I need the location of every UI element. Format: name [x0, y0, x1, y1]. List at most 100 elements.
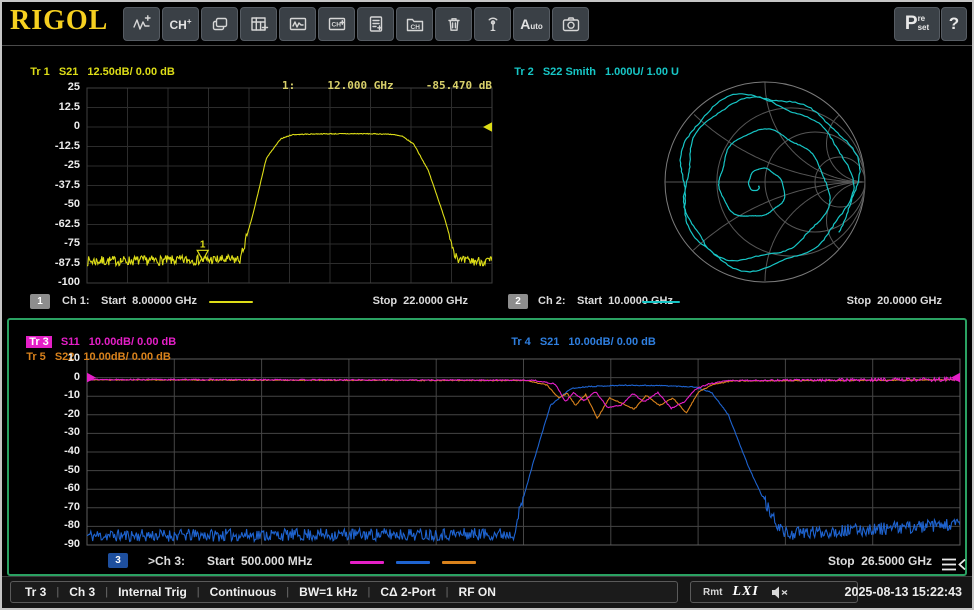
toolbar-button-delete[interactable]	[435, 7, 472, 41]
tr4-swatch	[396, 561, 430, 564]
toolbar-button-trace-window[interactable]	[279, 7, 316, 41]
table-add-icon	[249, 14, 269, 34]
marker1-symbol[interactable]	[197, 250, 208, 260]
y-tick-ch1-3: -12.5	[20, 140, 80, 152]
svg-text:CH: CH	[331, 22, 341, 29]
ch1-stop: Stop 22.0000 GHz	[348, 295, 468, 307]
tr4-meas: S21	[540, 336, 560, 348]
tr2-scale: 1.000U/ 1.00 U	[605, 66, 679, 78]
tr2-header[interactable]: Tr 2 S22 Smith 1.000U/ 1.00 U	[502, 54, 688, 90]
tr2-label: Tr 2	[514, 66, 534, 78]
toolbar-button-trace-add[interactable]	[123, 7, 160, 41]
y-tick-ch3-8: -70	[20, 501, 80, 513]
ch3-stop: Stop 26.5000 GHz	[792, 554, 932, 568]
ch1-label: Ch 1:	[62, 295, 90, 307]
touch-icon	[483, 14, 503, 34]
status-separator: |	[197, 586, 200, 598]
trace-add-icon	[132, 14, 152, 34]
marker1-value: -85.470 dB	[426, 79, 492, 92]
marker1-freq: 12.000 GHz	[327, 79, 393, 92]
y-tick-ch1-4: -25	[20, 159, 80, 171]
status-item-5: CΔ 2-Port	[380, 585, 435, 599]
y-tick-ch1-5: -37.5	[20, 179, 80, 191]
tr1-meas: S21	[59, 66, 79, 78]
status-separator: |	[56, 586, 59, 598]
ch2-stop: Stop 20.0000 GHz	[814, 295, 942, 307]
window-layout-icon	[210, 14, 230, 34]
status-left-box[interactable]: Tr 3|Ch 3|Internal Trig|Continuous|BW=1 …	[10, 581, 678, 603]
tr1-swatch	[209, 301, 253, 303]
toolbar-button-channel-add[interactable]: CH+	[162, 7, 199, 41]
tr2-swatch	[642, 301, 680, 303]
ch2-label: Ch 2:	[538, 295, 566, 307]
tr5-swatch	[442, 561, 476, 564]
channel1-badge[interactable]: 1	[30, 294, 50, 309]
toolbar-button-measure-list[interactable]	[357, 7, 394, 41]
tr4-label: Tr 4	[511, 336, 531, 348]
preset-button[interactable]: P re set	[894, 7, 940, 41]
status-separator: |	[105, 586, 108, 598]
tr2-meas: S22 Smith	[543, 66, 596, 78]
auto-scale-label: Auto	[520, 17, 543, 31]
plot-grid	[87, 88, 492, 283]
y-tick-ch3-7: -60	[20, 482, 80, 494]
ch1-start: Start 8.00000 GHz	[101, 295, 197, 307]
tr4-header[interactable]: Tr 4 S21 10.00dB/ 0.00 dB	[499, 324, 665, 360]
smith-grid	[665, 82, 865, 282]
ch3-label: >Ch 3:	[148, 554, 185, 568]
toolbar-button-file-channel[interactable]: CH	[396, 7, 433, 41]
y-tick-ch1-2: 0	[20, 120, 80, 132]
channel2-badge[interactable]: 2	[508, 294, 528, 309]
status-separator: |	[446, 586, 449, 598]
rigol-logo: RIGOL	[10, 5, 108, 37]
tr4-scale: 10.00dB/ 0.00 dB	[568, 336, 655, 348]
marker1-number: 1	[200, 239, 206, 250]
y-tick-ch3-1: 0	[20, 371, 80, 383]
menu-collapse-icon[interactable]	[940, 557, 967, 572]
y-tick-ch3-5: -40	[20, 445, 80, 457]
channel-window-icon: CH	[327, 14, 347, 34]
status-item-3: Continuous	[210, 585, 277, 599]
y-tick-ch3-0: 10	[20, 352, 80, 364]
trace-window-icon	[288, 14, 308, 34]
y-tick-ch3-9: -80	[20, 519, 80, 531]
trace-ch1-s21	[87, 133, 492, 266]
y-tick-ch1-7: -62.5	[20, 218, 80, 230]
channel3-badge[interactable]: 3	[108, 553, 128, 568]
y-tick-ch1-1: 12.5	[20, 101, 80, 113]
camera-icon	[561, 14, 581, 34]
y-tick-ch1-8: -75	[20, 237, 80, 249]
datetime: 2025-08-13 15:22:43	[845, 581, 962, 603]
toolbar-button-channel-window[interactable]: CH	[318, 7, 355, 41]
trash-icon	[444, 14, 464, 34]
file-channel-icon: CH	[405, 14, 425, 34]
y-tick-ch3-3: -20	[20, 408, 80, 420]
marker1-readout: 1: 12.000 GHz -85.470 dB	[282, 79, 492, 92]
measure-list-icon	[366, 14, 386, 34]
help-button[interactable]: ?	[941, 7, 967, 41]
status-item-4: BW=1 kHz	[299, 585, 357, 599]
status-item-1: Ch 3	[69, 585, 95, 599]
ch3-start: Start 500.000 MHz	[207, 554, 312, 568]
trace-ch2-s22	[680, 94, 860, 272]
toolbar-buttons: CH+ CH CH Auto	[123, 7, 589, 41]
tr1-ref-marker[interactable]	[483, 122, 492, 132]
toolbar-button-table-add[interactable]	[240, 7, 277, 41]
remote-indicator: Rmt	[703, 587, 722, 598]
toolbar: RIGOL CH+ CH CH Auto P re set ?	[2, 2, 972, 46]
y-tick-ch3-2: -10	[20, 389, 80, 401]
speaker-mute-icon	[771, 586, 789, 599]
toolbar-button-auto-scale[interactable]: Auto	[513, 7, 550, 41]
y-tick-ch1-6: -50	[20, 198, 80, 210]
y-tick-ch3-4: -30	[20, 426, 80, 438]
status-item-0: Tr 3	[25, 585, 46, 599]
toolbar-button-touch[interactable]	[474, 7, 511, 41]
y-tick-ch1-10: -100	[20, 276, 80, 288]
status-bar: Tr 3|Ch 3|Internal Trig|Continuous|BW=1 …	[2, 576, 972, 608]
y-tick-ch1-0: 25	[20, 81, 80, 93]
preset-label: P	[905, 13, 918, 35]
toolbar-button-window-layout[interactable]	[201, 7, 238, 41]
tr3-swatch	[350, 561, 384, 564]
toolbar-button-screenshot[interactable]	[552, 7, 589, 41]
status-remote-box[interactable]: Rmt LXI	[690, 581, 858, 603]
